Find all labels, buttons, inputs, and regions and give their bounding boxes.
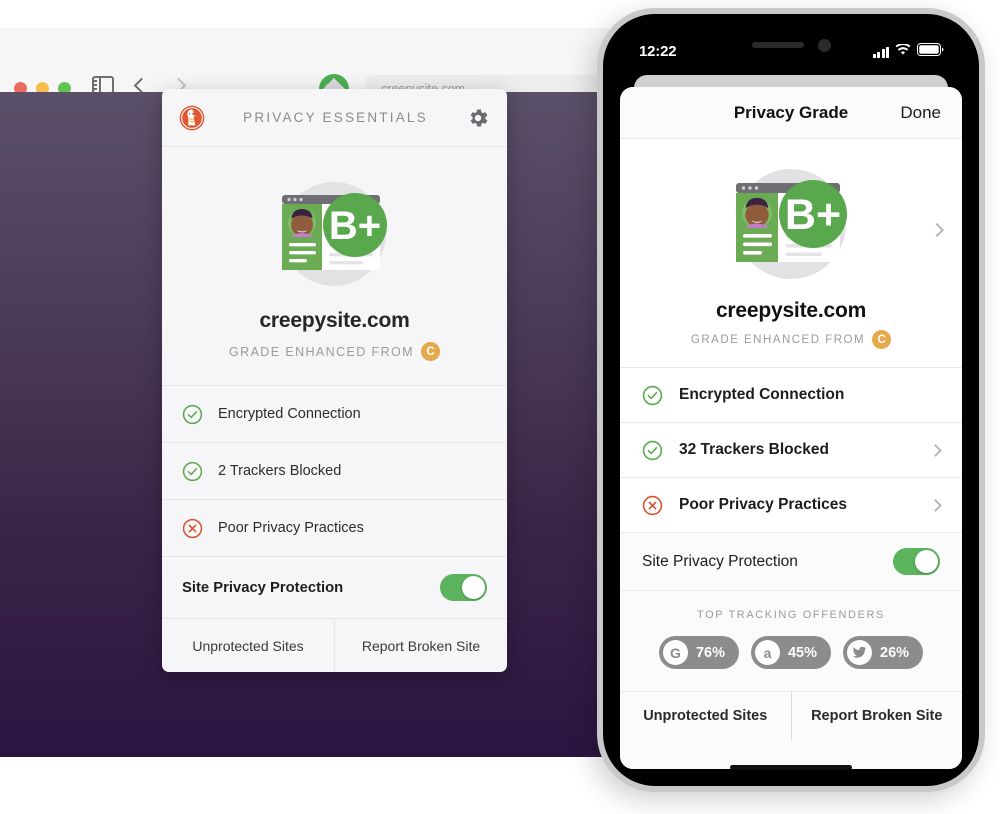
mobile-sheet-footer: Unprotected Sites Report Broken Site <box>620 692 962 769</box>
mobile-row-poor-privacy-practices[interactable]: Poor Privacy Practices <box>620 478 962 533</box>
x-circle-icon <box>182 518 203 539</box>
svg-text:B+: B+ <box>785 191 841 239</box>
chevron-right-icon <box>929 443 942 457</box>
privacy-grade-sheet: Privacy Grade Done B+ creepysite.com GRA… <box>620 87 962 769</box>
mobile-device-mockup: 12:22 Privacy Grade Done B+ creepysite.c… <box>597 8 985 792</box>
status-bar-indicators <box>872 43 945 61</box>
wifi-icon <box>895 43 911 61</box>
gear-icon[interactable] <box>466 106 490 130</box>
previous-grade-badge: C <box>420 342 440 361</box>
unprotected-sites-button[interactable]: Unprotected Sites <box>162 619 334 672</box>
tracking-offender-percent: 45% <box>787 644 818 661</box>
browser-toolbar: B+ creepysite.com <box>0 28 615 104</box>
chevron-left-icon[interactable] <box>133 77 150 93</box>
screenshot-stage: B+ creepysite.com PRI <box>0 0 1000 814</box>
unprotected-sites-button[interactable]: Unprotected Sites <box>620 692 791 740</box>
mobile-row-trackers-blocked[interactable]: 32 Trackers Blocked <box>620 423 962 478</box>
popup-toggle-label: Site Privacy Protection <box>182 579 344 596</box>
twitter-icon <box>847 640 873 665</box>
mobile-row-label: Poor Privacy Practices <box>679 496 848 513</box>
mobile-grade-enhanced-label: GRADE ENHANCED FROM <box>690 333 866 346</box>
toggle-knob <box>462 576 485 599</box>
tracking-offenders-list: G 76% a 45% 26% <box>620 636 962 669</box>
check-circle-icon <box>182 404 203 425</box>
popup-site-name: creepysite.com <box>259 309 410 332</box>
site-privacy-protection-toggle[interactable] <box>440 574 487 601</box>
mobile-row-encrypted-connection[interactable]: Encrypted Connection <box>620 368 962 423</box>
privacy-essentials-popup: PRIVACY ESSENTIALS B+ creepysite.com GRA… <box>162 89 507 672</box>
report-broken-site-label: Report Broken Site <box>361 637 481 654</box>
mobile-toggle-label: Site Privacy Protection <box>642 552 798 570</box>
report-broken-site-button[interactable]: Report Broken Site <box>334 619 507 672</box>
previous-grade-badge: C <box>872 330 892 349</box>
check-circle-icon <box>642 385 663 406</box>
google-glyph: G <box>670 644 681 661</box>
x-circle-icon <box>642 495 663 516</box>
earpiece-speaker-icon <box>751 42 804 48</box>
chevron-right-icon[interactable] <box>929 222 945 238</box>
popup-row-label: 2 Trackers Blocked <box>218 463 342 479</box>
check-circle-icon <box>182 461 203 482</box>
popup-row-encrypted-connection[interactable]: Encrypted Connection <box>162 386 507 443</box>
popup-grade-enhanced: GRADE ENHANCED FROM C <box>162 342 507 361</box>
mobile-row-label: 32 Trackers Blocked <box>679 441 829 458</box>
top-tracking-offenders-section: TOP TRACKING OFFENDERS G 76% a 45% 26% <box>620 591 962 692</box>
status-bar-time: 12:22 <box>639 43 677 60</box>
site-privacy-protection-toggle[interactable] <box>893 548 940 575</box>
tracking-offender-percent: 26% <box>880 644 910 661</box>
privacy-grade-illustration: B+ <box>267 173 402 295</box>
top-tracking-offenders-title: TOP TRACKING OFFENDERS <box>696 609 885 621</box>
tracking-offender-google[interactable]: G 76% <box>658 636 739 669</box>
popup-site-privacy-protection-row: Site Privacy Protection <box>162 557 507 619</box>
duckduckgo-logo-icon <box>179 105 205 131</box>
amazon-glyph: a <box>763 644 772 661</box>
tracking-offender-twitter[interactable]: 26% <box>843 636 924 669</box>
mobile-site-name: creepysite.com <box>715 299 867 322</box>
google-icon: G <box>662 640 688 665</box>
popup-row-poor-privacy-practices[interactable]: Poor Privacy Practices <box>162 500 507 557</box>
popup-row-label: Poor Privacy Practices <box>218 520 364 536</box>
privacy-grade-illustration: B+ <box>720 159 862 289</box>
popup-row-trackers-blocked[interactable]: 2 Trackers Blocked <box>162 443 507 500</box>
battery-icon <box>917 43 944 61</box>
svg-text:B+: B+ <box>329 204 381 248</box>
amazon-icon: a <box>754 640 780 665</box>
unprotected-sites-label: Unprotected Sites <box>643 708 768 724</box>
unprotected-sites-label: Unprotected Sites <box>192 637 304 654</box>
tracking-offender-percent: 76% <box>695 644 725 661</box>
home-indicator[interactable] <box>730 765 852 770</box>
done-button[interactable]: Done <box>900 103 941 123</box>
sheet-header: Privacy Grade Done <box>620 87 962 139</box>
sheet-title: Privacy Grade <box>733 102 849 122</box>
chevron-right-icon <box>929 498 942 512</box>
mobile-grade-enhanced: GRADE ENHANCED FROM C <box>620 330 962 349</box>
signal-bars-icon <box>872 46 889 58</box>
mobile-site-privacy-protection-row: Site Privacy Protection <box>620 533 962 591</box>
mobile-row-label: Encrypted Connection <box>679 386 845 403</box>
popup-hero: B+ creepysite.com GRADE ENHANCED FROM C <box>162 147 507 386</box>
toggle-knob <box>915 550 938 573</box>
phone-screen: 12:22 Privacy Grade Done B+ creepysite.c… <box>610 21 972 779</box>
popup-row-label: Encrypted Connection <box>218 406 361 422</box>
check-circle-icon <box>642 440 663 461</box>
report-broken-site-button[interactable]: Report Broken Site <box>790 692 963 740</box>
popup-footer: Unprotected Sites Report Broken Site <box>162 619 507 672</box>
front-camera-icon <box>817 38 831 52</box>
mobile-hero[interactable]: B+ creepysite.com GRADE ENHANCED FROM C <box>620 139 962 368</box>
report-broken-site-label: Report Broken Site <box>811 708 943 724</box>
popup-grade-enhanced-label: GRADE ENHANCED FROM <box>229 344 414 359</box>
phone-body: 12:22 Privacy Grade Done B+ creepysite.c… <box>603 14 979 786</box>
popup-header: PRIVACY ESSENTIALS <box>162 89 507 147</box>
popup-title: PRIVACY ESSENTIALS <box>243 110 428 125</box>
tracking-offender-amazon[interactable]: a 45% <box>750 636 832 669</box>
